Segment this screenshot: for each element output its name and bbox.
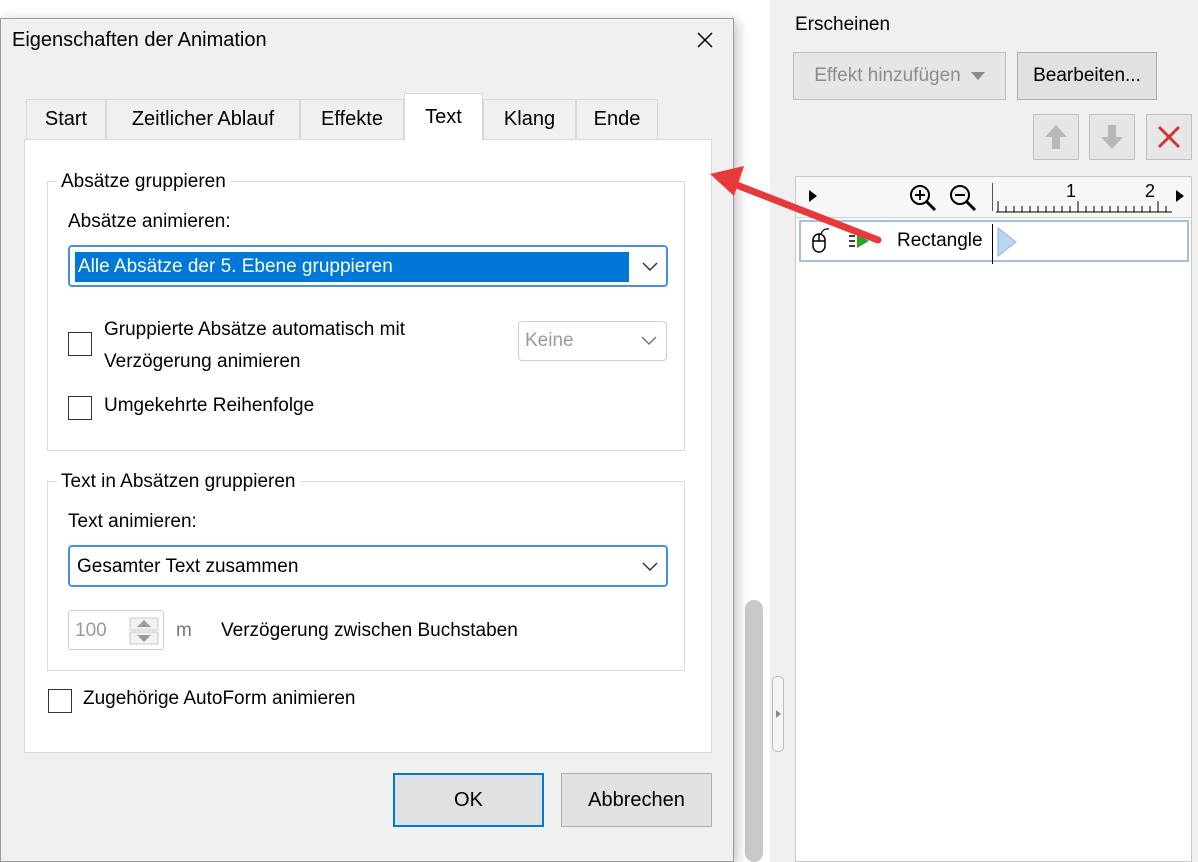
letter-delay-unit: m bbox=[176, 620, 192, 641]
dropdown-arrow-icon bbox=[970, 72, 985, 80]
tab-label: Effekte bbox=[321, 108, 383, 130]
spinner-arrows-icon[interactable] bbox=[129, 617, 159, 645]
auto-delay-value: Keine bbox=[525, 330, 574, 351]
animation-list[interactable] bbox=[795, 176, 1192, 862]
tab-start[interactable]: Start bbox=[26, 99, 106, 139]
timeline-tick-label: 2 bbox=[1145, 181, 1156, 201]
document-scrollbar[interactable] bbox=[745, 600, 763, 862]
scroll-right-icon[interactable] bbox=[1175, 189, 1185, 203]
add-effect-label: Effekt hinzufügen bbox=[814, 65, 961, 86]
cancel-button[interactable]: Abbrechen bbox=[561, 773, 712, 827]
tab-label: Ende bbox=[593, 108, 641, 130]
tab-label: Klang bbox=[503, 108, 556, 130]
tab-end[interactable]: Ende bbox=[576, 99, 658, 139]
letter-delay-label: Verzögerung zwischen Buchstaben bbox=[221, 620, 518, 641]
animate-paragraphs-value: Alle Absätze der 5. Ebene gruppieren bbox=[75, 252, 629, 282]
delete-x-icon bbox=[1157, 125, 1181, 149]
chevron-down-icon bbox=[642, 562, 658, 572]
edit-button[interactable]: Bearbeiten... bbox=[1017, 52, 1157, 100]
arrow-up-icon bbox=[1045, 125, 1067, 149]
tab-text[interactable]: Text bbox=[404, 93, 483, 141]
auto-delay-checkbox[interactable] bbox=[68, 332, 92, 356]
duration-marker-icon[interactable] bbox=[996, 226, 1018, 258]
letter-delay-value: 100 bbox=[75, 620, 107, 641]
reverse-order-checkbox[interactable] bbox=[68, 396, 92, 420]
chevron-right-icon bbox=[776, 710, 781, 718]
tab-sound[interactable]: Klang bbox=[483, 99, 576, 139]
annotation-arrow-icon bbox=[710, 166, 882, 244]
animate-paragraphs-label: Absätze animieren: bbox=[68, 211, 231, 232]
tab-label: Start bbox=[44, 108, 88, 130]
timeline-cursor bbox=[992, 183, 993, 211]
ok-button[interactable]: OK bbox=[393, 773, 544, 827]
add-effect-button[interactable]: Effekt hinzufügen bbox=[793, 52, 1006, 100]
auto-delay-select[interactable]: Keine bbox=[518, 321, 667, 361]
move-down-button[interactable] bbox=[1089, 114, 1135, 160]
edit-label: Bearbeiten... bbox=[1033, 65, 1141, 86]
animation-item-label: Rectangle bbox=[897, 230, 983, 251]
tab-label: Text bbox=[425, 106, 462, 128]
close-icon[interactable] bbox=[693, 28, 717, 52]
tab-label: Zeitlicher Ablauf bbox=[131, 108, 275, 130]
animate-paragraphs-select[interactable]: Alle Absätze der 5. Ebene gruppieren bbox=[68, 245, 668, 287]
tab-effects[interactable]: Effekte bbox=[300, 99, 404, 139]
chevron-down-icon bbox=[641, 336, 657, 346]
arrow-down-icon bbox=[1101, 125, 1123, 149]
auto-delay-label-line2: Verzögerung animieren bbox=[104, 351, 301, 372]
auto-delay-label-line1: Gruppierte Absätze automatisch mit bbox=[104, 319, 405, 340]
ok-label: OK bbox=[454, 788, 483, 811]
chevron-down-icon bbox=[642, 262, 658, 272]
cancel-label: Abbrechen bbox=[588, 788, 685, 811]
sidebar-collapse-handle[interactable] bbox=[772, 676, 784, 752]
animate-text-label: Text animieren: bbox=[68, 511, 197, 532]
animate-shape-label: Zugehörige AutoForm animieren bbox=[83, 688, 356, 709]
group-paragraphs-legend: Absätze gruppieren bbox=[57, 171, 230, 193]
letter-delay-spinner[interactable]: 100 bbox=[68, 610, 164, 650]
panel-title: Erscheinen bbox=[795, 14, 891, 35]
zoom-out-icon[interactable] bbox=[948, 183, 978, 213]
zoom-in-icon[interactable] bbox=[908, 183, 938, 213]
delete-button[interactable] bbox=[1146, 114, 1192, 160]
reverse-order-label: Umgekehrte Reihenfolge bbox=[104, 395, 315, 416]
animate-shape-checkbox[interactable] bbox=[48, 689, 72, 713]
animate-text-value: Gesamter Text zusammen bbox=[77, 556, 299, 577]
animate-text-select[interactable]: Gesamter Text zusammen bbox=[68, 545, 668, 587]
group-text-legend: Text in Absätzen gruppieren bbox=[57, 471, 300, 493]
move-up-button[interactable] bbox=[1033, 114, 1079, 160]
timeline-cursor bbox=[992, 224, 993, 264]
tab-timing[interactable]: Zeitlicher Ablauf bbox=[106, 99, 300, 139]
dialog-title: Eigenschaften der Animation bbox=[12, 29, 267, 51]
timeline-ruler bbox=[996, 201, 1172, 213]
timeline-tick-label: 1 bbox=[1066, 181, 1077, 201]
